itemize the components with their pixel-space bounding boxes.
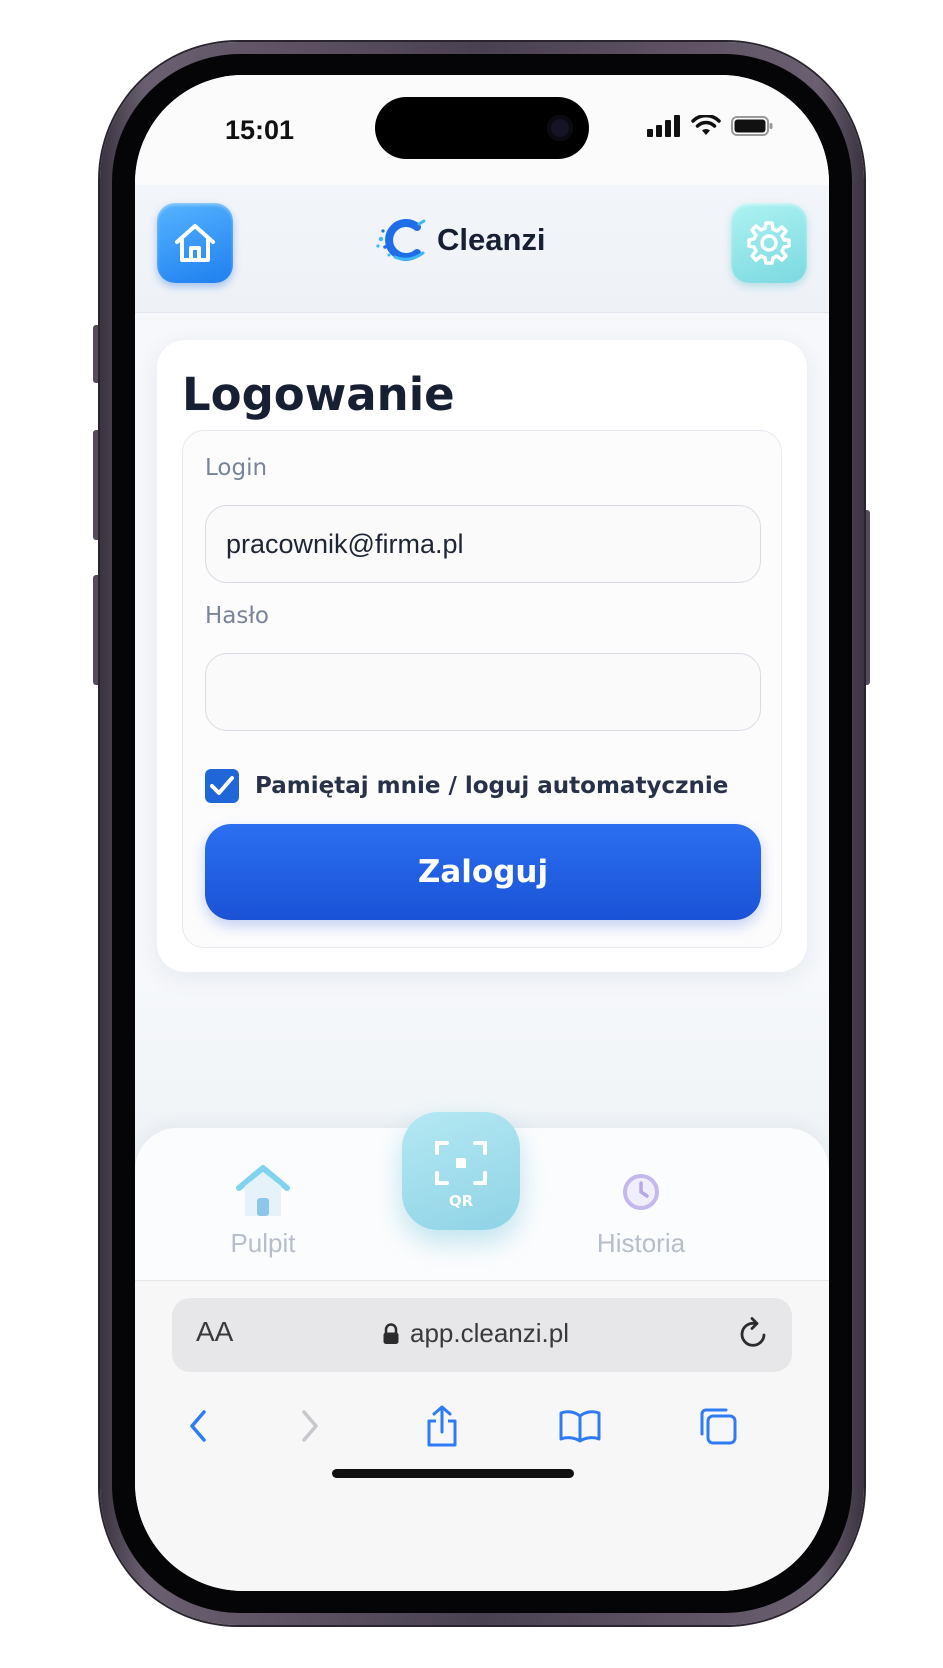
url-text: app.cleanzi.pl: [410, 1318, 569, 1348]
status-icons: [647, 115, 773, 137]
page-title: Logowanie: [182, 368, 455, 421]
clock-icon: [623, 1174, 659, 1210]
brand-name: Cleanzi: [437, 222, 546, 257]
url-display[interactable]: app.cleanzi.pl: [382, 1318, 569, 1349]
login-submit-button[interactable]: Zaloguj: [205, 824, 761, 920]
forward-button[interactable]: [285, 1401, 335, 1451]
tabs-icon: [700, 1408, 737, 1445]
login-form: Login Hasło Pamiętaj mnie / loguj automa…: [182, 430, 782, 948]
password-label: Hasło: [205, 603, 269, 629]
app-header: Cleanzi: [135, 185, 829, 313]
password-input[interactable]: [205, 653, 761, 731]
book-icon: [559, 1410, 601, 1443]
login-input[interactable]: [205, 505, 761, 583]
qr-label: QR: [448, 1192, 474, 1210]
checkmark-icon: [210, 776, 234, 795]
remember-me-row[interactable]: Pamiętaj mnie / loguj automatycznie: [205, 769, 728, 803]
bottom-nav: Pulpit QR Historia: [135, 1112, 829, 1280]
remember-me-label: Pamiętaj mnie / loguj automatycznie: [255, 773, 729, 799]
phone-screen: 15:01 Cleanzi Logowanie Login pracownik@…: [135, 75, 829, 1591]
nav-label-pulpit: Pulpit: [230, 1228, 296, 1258]
brand-logo: Cleanzi: [375, 217, 546, 263]
nav-label-historia: Historia: [596, 1228, 686, 1258]
house-icon: [236, 1165, 290, 1216]
front-camera-icon: [547, 115, 573, 141]
login-label: Login: [205, 455, 268, 481]
lock-icon: [383, 1322, 399, 1344]
address-bar[interactable]: AA app.cleanzi.pl: [172, 1298, 792, 1372]
home-indicator: [332, 1469, 574, 1478]
text-size-button[interactable]: AA: [196, 1316, 233, 1348]
login-card: Logowanie Login Hasło Pamiętaj mnie / lo…: [157, 340, 807, 972]
status-time: 15:01: [225, 115, 295, 145]
gear-icon: [747, 221, 791, 265]
dynamic-island: [375, 97, 589, 159]
browser-toolbar-area: AA app.cleanzi.pl: [135, 1280, 829, 1591]
home-button[interactable]: [157, 203, 233, 283]
remember-me-checkbox[interactable]: [205, 769, 239, 803]
settings-button[interactable]: [731, 203, 807, 283]
bookmarks-button[interactable]: [555, 1401, 605, 1451]
tabs-button[interactable]: [693, 1401, 743, 1451]
reload-icon: [740, 1317, 766, 1347]
reload-button[interactable]: [738, 1316, 770, 1354]
chevron-left-icon: [190, 1410, 206, 1442]
qr-scan-button[interactable]: QR: [402, 1112, 520, 1230]
status-bar: 15:01: [135, 75, 829, 185]
nav-item-pulpit[interactable]: Pulpit: [173, 1128, 353, 1280]
cleanzi-logo-icon: [376, 219, 426, 261]
device-stage: 15:01 Cleanzi Logowanie Login pracownik@…: [0, 0, 943, 1668]
back-button[interactable]: [173, 1401, 223, 1451]
wifi-icon: [691, 115, 721, 135]
chevron-right-icon: [302, 1410, 318, 1442]
house-icon: [175, 224, 215, 262]
nav-item-historia[interactable]: Historia: [551, 1128, 731, 1280]
qr-scan-icon: [435, 1141, 487, 1185]
cellular-signal-icon: [647, 115, 680, 137]
battery-icon: [731, 116, 773, 136]
share-icon: [427, 1405, 457, 1447]
share-button[interactable]: [417, 1401, 467, 1451]
